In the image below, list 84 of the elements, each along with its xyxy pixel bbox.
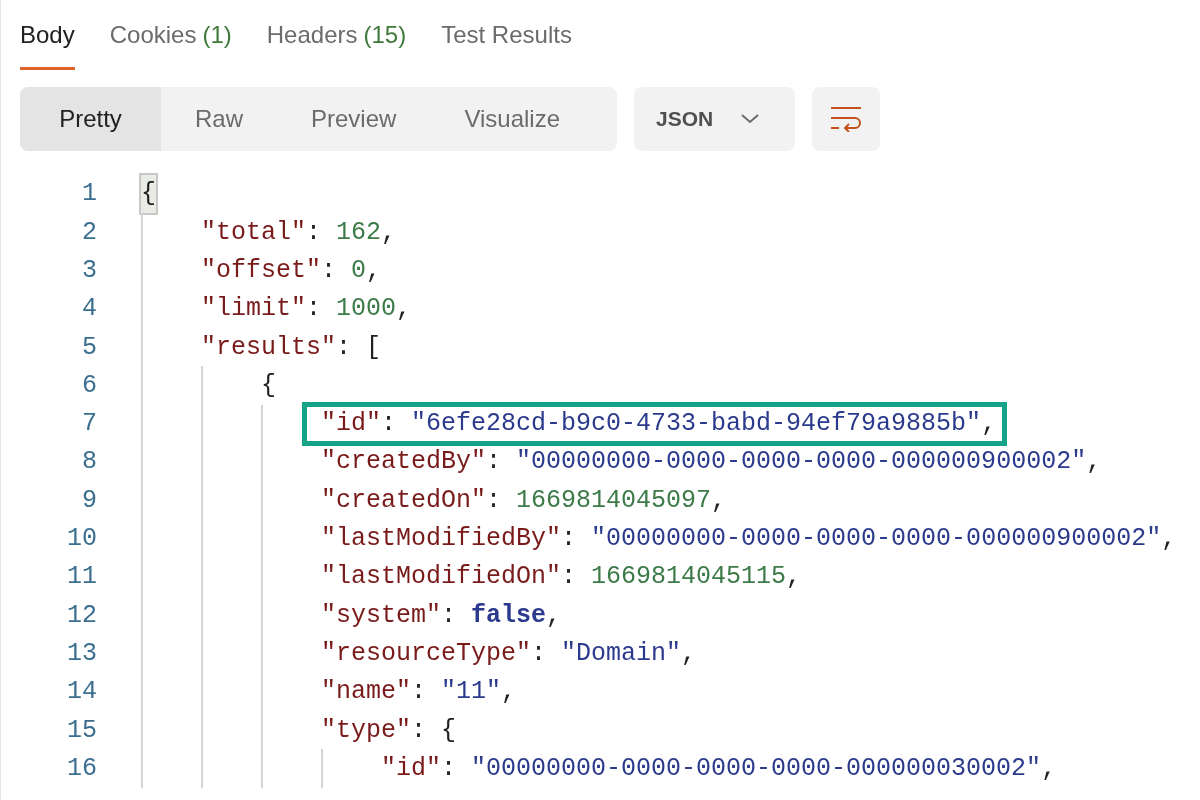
json-punctuation: : — [486, 446, 503, 479]
response-tab[interactable]: Test Results — [441, 0, 572, 70]
json-punctuation: { — [141, 175, 156, 213]
json-punctuation: { — [261, 369, 276, 402]
line-number: 10 — [66, 523, 97, 556]
json-key: "lastModifiedBy" — [321, 520, 562, 558]
json-string: "00000000-0000-0000-0000-000000900002" — [591, 523, 1162, 556]
json-punctuation: : — [561, 561, 578, 594]
json-boolean: false — [471, 599, 547, 632]
json-punctuation: , — [681, 637, 697, 670]
line-number: 15 — [66, 714, 97, 747]
json-punctuation: , — [1041, 752, 1057, 785]
json-string: "00000000-0000-0000-0000-000000900002" — [516, 446, 1087, 479]
line-number: 4 — [81, 293, 97, 326]
json-key: "lastModifiedOn" — [321, 558, 562, 596]
count-label: (15) — [363, 19, 407, 50]
json-punctuation: , — [711, 484, 727, 517]
json-punctuation: , — [381, 216, 397, 249]
view-mode-tab[interactable]: Raw — [161, 87, 277, 151]
response-tab[interactable]: Cookies (1) — [109, 0, 232, 70]
json-string: "Domain" — [561, 637, 682, 670]
json-punctuation: , — [1086, 446, 1102, 479]
json-string: "6efe28cd-b9c0-4733-babd-94ef79a9885b" — [411, 408, 982, 441]
json-punctuation: , — [366, 255, 382, 287]
json-key: "createdOn" — [321, 481, 487, 520]
count-label: (1) — [202, 19, 232, 50]
json-key: "results" — [201, 328, 337, 367]
json-number: 1000 — [336, 293, 397, 326]
json-key: "total" — [201, 213, 307, 252]
json-punctuation: , — [501, 676, 517, 709]
line-number: 3 — [81, 255, 97, 287]
chevron-down-icon — [741, 114, 760, 124]
line-number: 13 — [66, 637, 97, 670]
json-key: "resourceType" — [321, 634, 532, 673]
json-punctuation: : — [486, 484, 503, 517]
json-key: "name" — [321, 673, 411, 711]
response-tab[interactable]: Body — [20, 0, 75, 70]
line-number: 6 — [81, 369, 97, 402]
wrap-lines-button[interactable] — [812, 87, 880, 151]
json-punctuation: : — [381, 408, 398, 441]
json-key: "id" — [381, 749, 441, 788]
line-number: 14 — [66, 676, 97, 709]
json-key: "id" — [321, 405, 381, 443]
response-tab[interactable]: Headers (15) — [266, 0, 407, 70]
json-punctuation: , — [786, 561, 802, 594]
line-number: 5 — [81, 331, 97, 364]
view-mode-tab[interactable]: Preview — [277, 87, 431, 151]
json-number: 162 — [336, 216, 382, 249]
line-number: 1 — [81, 178, 97, 211]
line-number: 8 — [81, 446, 97, 479]
view-mode-tab[interactable]: Pretty — [20, 87, 161, 151]
line-number: 11 — [66, 561, 97, 594]
line-number: 2 — [81, 216, 97, 249]
line-number: 7 — [81, 408, 97, 441]
json-punctuation: , — [981, 408, 997, 441]
json-number: 1669814045097 — [516, 484, 712, 517]
json-key: "offset" — [201, 252, 322, 290]
line-number: 9 — [81, 484, 97, 517]
json-punctuation: : — [306, 293, 323, 326]
json-key: "type" — [321, 711, 411, 750]
json-punctuation: : — [441, 752, 458, 785]
json-key: "createdBy" — [321, 443, 487, 481]
json-punctuation: : — [321, 255, 338, 287]
line-number: 12 — [66, 599, 97, 632]
json-punctuation: : [ — [336, 331, 382, 364]
json-punctuation: : — [561, 523, 578, 556]
view-mode-tab[interactable]: Visualize — [430, 87, 594, 151]
json-key: "system" — [321, 596, 442, 635]
json-punctuation: , — [1161, 523, 1177, 556]
json-punctuation: , — [396, 293, 412, 326]
json-punctuation: : — [411, 676, 428, 709]
json-punctuation: : — [531, 637, 548, 670]
json-string: "00000000-0000-0000-0000-000000030002" — [471, 752, 1042, 785]
json-punctuation: : — [306, 216, 323, 249]
wrap-lines-icon — [830, 106, 862, 132]
json-punctuation: , — [546, 599, 562, 632]
json-punctuation: : { — [411, 714, 457, 747]
json-key: "limit" — [201, 290, 307, 328]
format-dropdown[interactable]: JSON — [634, 87, 795, 151]
json-number: 1669814045115 — [591, 561, 787, 594]
line-number: 16 — [66, 752, 97, 785]
json-string: "11" — [441, 676, 502, 709]
json-number: 0 — [351, 255, 367, 287]
json-punctuation: : — [441, 599, 458, 632]
